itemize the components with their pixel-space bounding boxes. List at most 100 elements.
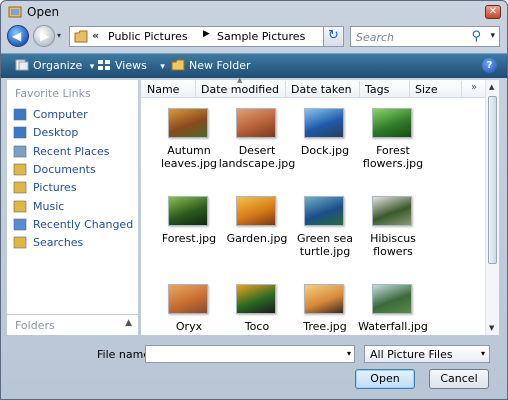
file-name: Hibiscus flowers bbox=[370, 232, 416, 258]
image-thumbnail bbox=[236, 108, 276, 138]
file-item[interactable]: Hibiscus flowers bbox=[353, 196, 433, 272]
forward-arrow-icon: ▶ bbox=[40, 29, 50, 43]
favorite-link-label: Music bbox=[33, 199, 65, 213]
dialog-footer: File name: ▾ All Picture Files ▾ Open Ca… bbox=[1, 337, 507, 399]
file-name: Forest flowers.jpg bbox=[362, 144, 424, 170]
organize-button[interactable]: Organize ▾ bbox=[15, 59, 94, 72]
image-thumbnail bbox=[304, 196, 344, 226]
refresh-icon: ↻ bbox=[328, 28, 339, 43]
breadcrumb-separator-icon[interactable]: ▶ bbox=[203, 29, 210, 39]
file-name: Waterfall.jpg bbox=[358, 320, 428, 333]
image-thumbnail bbox=[168, 284, 208, 314]
pictures-icon bbox=[13, 181, 27, 194]
column-date-modified[interactable]: Date modified bbox=[201, 83, 279, 96]
column-divider[interactable] bbox=[409, 81, 410, 97]
folders-label: Folders bbox=[15, 319, 55, 332]
image-thumbnail bbox=[372, 196, 412, 226]
file-name-input[interactable]: ▾ bbox=[145, 345, 355, 363]
scroll-up-icon[interactable]: ▲ bbox=[489, 83, 494, 91]
search-icon[interactable]: ⚲ bbox=[471, 29, 481, 44]
folders-toggle[interactable]: Folders ▲ bbox=[7, 314, 138, 335]
column-divider[interactable] bbox=[195, 81, 196, 97]
favorite-link[interactable]: Desktop bbox=[13, 124, 137, 142]
folder-icon bbox=[74, 30, 88, 43]
favorite-link[interactable]: Recent Places bbox=[13, 143, 137, 161]
favorite-link[interactable]: Music bbox=[13, 198, 137, 216]
back-button[interactable]: ◀ bbox=[7, 25, 29, 47]
column-name[interactable]: Name bbox=[147, 83, 179, 96]
address-bar[interactable]: « Public Pictures ▶ Sample Pictures ▾ bbox=[69, 26, 343, 47]
navigation-row: ◀ ▶ ▾ « Public Pictures ▶ Sample Picture… bbox=[1, 23, 507, 51]
column-divider[interactable] bbox=[359, 81, 360, 97]
app-icon bbox=[8, 6, 22, 18]
favorite-link[interactable]: Computer bbox=[13, 106, 137, 124]
file-list: Name Date modified ▲ Date taken Tags Siz… bbox=[141, 76, 499, 335]
vertical-scrollbar[interactable]: ▲ ▼ bbox=[485, 80, 499, 335]
sort-ascending-icon: ▲ bbox=[237, 76, 243, 84]
file-item[interactable]: Forest flowers.jpg bbox=[353, 108, 433, 184]
open-dialog: Open ✕ ◀ ▶ ▾ « Public Pictures ▶ Sample … bbox=[0, 0, 508, 400]
help-icon: ? bbox=[486, 60, 493, 71]
close-button[interactable]: ✕ bbox=[485, 5, 501, 19]
column-divider[interactable] bbox=[285, 81, 286, 97]
new-folder-button[interactable]: New Folder bbox=[171, 59, 250, 72]
breadcrumb-public-pictures[interactable]: Public Pictures bbox=[108, 30, 188, 43]
favorite-links-heading: Favorite Links bbox=[15, 87, 91, 100]
image-thumbnail bbox=[372, 108, 412, 138]
favorite-link-label: Recently Changed bbox=[33, 217, 134, 231]
open-button[interactable]: Open bbox=[355, 369, 415, 389]
views-dropdown-icon: ▾ bbox=[160, 62, 165, 72]
image-thumbnail bbox=[168, 108, 208, 138]
favorite-link[interactable]: Documents bbox=[13, 161, 137, 179]
close-icon: ✕ bbox=[488, 6, 498, 17]
command-bar: Organize ▾ Views ▾ New Folder ? bbox=[1, 53, 507, 78]
documents-icon bbox=[13, 163, 27, 176]
searches-icon bbox=[13, 236, 27, 249]
image-thumbnail bbox=[304, 108, 344, 138]
recent-pages-dropdown[interactable]: ▾ bbox=[57, 31, 61, 40]
file-name-dropdown-icon[interactable]: ▾ bbox=[347, 349, 351, 358]
column-date-taken[interactable]: Date taken bbox=[291, 83, 352, 96]
file-type-value: All Picture Files bbox=[370, 348, 453, 361]
help-button[interactable]: ? bbox=[482, 58, 497, 73]
column-divider[interactable] bbox=[461, 81, 462, 97]
address-overflow-icon[interactable]: « bbox=[92, 29, 99, 42]
recently-changed-icon bbox=[13, 218, 27, 231]
favorite-link[interactable]: Pictures bbox=[13, 179, 137, 197]
organize-icon bbox=[15, 59, 29, 71]
favorite-link[interactable]: Recently Changed bbox=[13, 216, 137, 234]
title-bar: Open ✕ bbox=[1, 1, 507, 23]
column-size[interactable]: Size bbox=[415, 83, 438, 96]
favorite-link[interactable]: Searches bbox=[13, 234, 137, 252]
column-tags[interactable]: Tags bbox=[365, 83, 389, 96]
search-input[interactable]: Search bbox=[356, 31, 394, 44]
organize-label: Organize bbox=[33, 59, 83, 72]
breadcrumb-sample-pictures[interactable]: Sample Pictures bbox=[217, 30, 305, 43]
views-label: Views bbox=[115, 59, 147, 72]
file-type-select[interactable]: All Picture Files ▾ bbox=[364, 345, 490, 363]
image-thumbnail bbox=[236, 196, 276, 226]
favorite-link-label: Searches bbox=[33, 236, 84, 250]
image-thumbnail bbox=[372, 284, 412, 314]
search-dropdown-icon[interactable]: ▾ bbox=[490, 31, 495, 41]
cancel-button[interactable]: Cancel bbox=[429, 369, 489, 389]
image-thumbnail bbox=[236, 284, 276, 314]
scrollbar-thumb[interactable] bbox=[488, 96, 497, 264]
refresh-button[interactable]: ↻ bbox=[323, 26, 344, 47]
favorite-link-label: Desktop bbox=[33, 126, 79, 140]
column-header: Name Date modified ▲ Date taken Tags Siz… bbox=[141, 76, 485, 98]
forward-button[interactable]: ▶ bbox=[33, 25, 55, 47]
file-type-dropdown-icon: ▾ bbox=[480, 349, 485, 358]
more-columns-icon[interactable]: » bbox=[471, 82, 477, 93]
scroll-down-icon[interactable]: ▼ bbox=[489, 324, 494, 332]
recent-places-icon bbox=[13, 145, 27, 157]
computer-icon bbox=[13, 108, 27, 121]
folders-caret-icon: ▲ bbox=[125, 318, 132, 328]
favorite-link-label: Documents bbox=[33, 162, 96, 176]
file-item[interactable]: Waterfall.jpg bbox=[353, 284, 433, 333]
search-box[interactable]: Search ⚲ ▾ bbox=[350, 26, 500, 47]
new-folder-label: New Folder bbox=[189, 59, 251, 72]
music-icon bbox=[13, 200, 27, 212]
back-arrow-icon: ◀ bbox=[12, 29, 22, 43]
views-button[interactable]: Views ▾ bbox=[97, 59, 165, 72]
